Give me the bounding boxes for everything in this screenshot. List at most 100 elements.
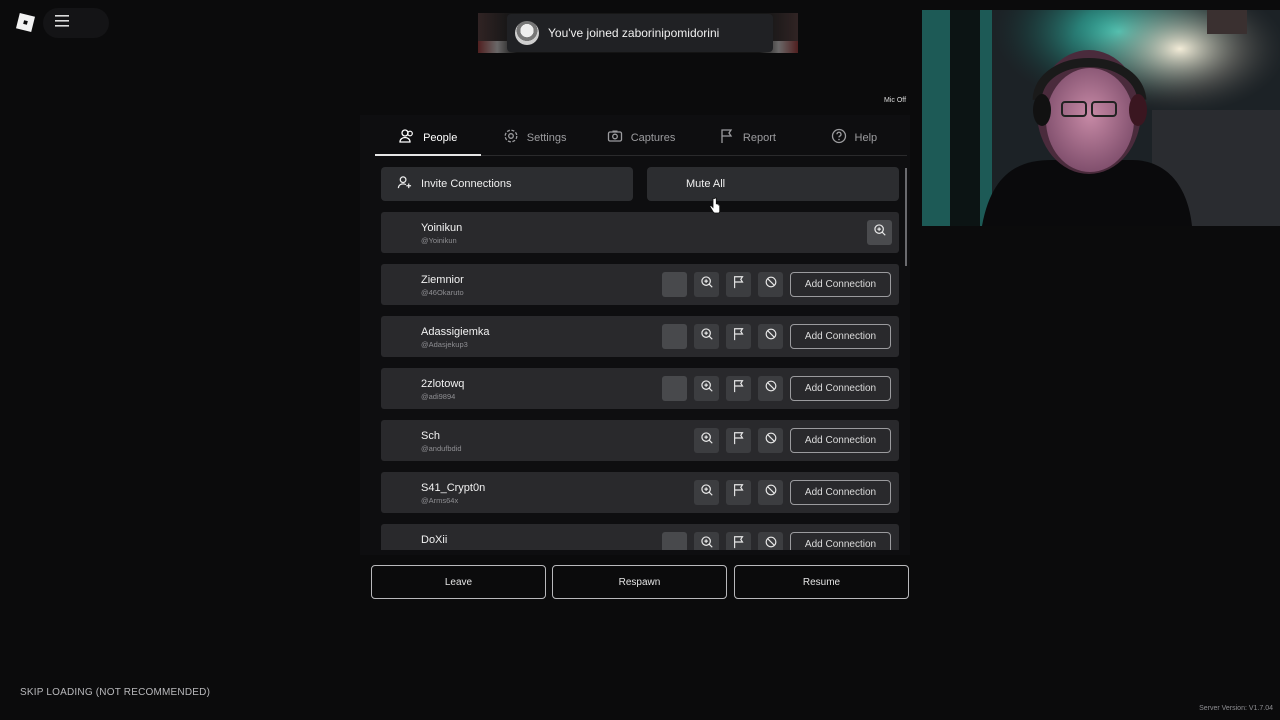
player-row: 2zlotowq @adi9894 Add Connection <box>381 368 899 409</box>
player-name: Ziemnior <box>421 274 464 286</box>
tab-label: Help <box>854 131 878 144</box>
respawn-button[interactable]: Respawn <box>552 565 727 599</box>
player-handle: @Arms64x <box>421 496 459 505</box>
menu-button[interactable] <box>43 8 109 38</box>
flag-icon <box>732 275 746 294</box>
tab-label: Report <box>742 131 776 144</box>
block-icon <box>764 275 778 294</box>
mute-player-button[interactable] <box>662 324 687 349</box>
player-row: Yoinikun @Yoinikun <box>381 212 899 253</box>
report-button[interactable] <box>726 272 751 297</box>
report-button[interactable] <box>726 532 751 550</box>
flag-icon <box>719 128 735 147</box>
player-name: S41_Crypt0n <box>421 482 486 494</box>
mic-status: Mic Off <box>884 97 907 104</box>
add-connection-button[interactable]: Add Connection <box>790 272 891 297</box>
block-button[interactable] <box>758 480 783 505</box>
report-button[interactable] <box>726 428 751 453</box>
add-user-icon <box>397 175 412 193</box>
flag-icon <box>732 431 746 450</box>
invite-connections-button[interactable]: Invite Connections <box>381 167 633 201</box>
invite-label: Invite Connections <box>421 178 512 190</box>
hand-cursor-icon <box>709 197 721 215</box>
tab-help[interactable]: Help <box>801 120 907 155</box>
player-row: Adassigiemka @Adasjekup3 Add Connection <box>381 316 899 357</box>
tab-report[interactable]: Report <box>694 120 800 155</box>
player-row: DoXii Add Connection <box>381 524 899 550</box>
player-list-scrollbar[interactable] <box>905 168 907 266</box>
skip-loading-link[interactable]: SKIP LOADING (NOT RECOMMENDED) <box>20 687 210 698</box>
block-icon <box>764 483 778 502</box>
inspect-button[interactable] <box>694 428 719 453</box>
tab-bar: People Settings Captures Report Help <box>375 120 907 156</box>
help-icon <box>831 128 847 147</box>
inspect-button[interactable] <box>694 532 719 550</box>
player-handle: @Adasjekup3 <box>421 340 468 349</box>
flag-icon <box>732 535 746 550</box>
player-handle: @andufbdid <box>421 444 462 453</box>
inspect-button[interactable] <box>694 272 719 297</box>
block-icon <box>764 379 778 398</box>
block-icon <box>764 535 778 550</box>
tab-label: Settings <box>526 131 567 144</box>
add-connection-button[interactable]: Add Connection <box>790 324 891 349</box>
add-connection-button[interactable]: Add Connection <box>790 376 891 401</box>
player-handle: @adi9894 <box>421 392 456 401</box>
resume-button[interactable]: Resume <box>734 565 909 599</box>
server-version: Server Version: V1.7.04 <box>1199 705 1273 712</box>
inspect-button[interactable] <box>694 324 719 349</box>
roblox-logo-icon[interactable] <box>16 13 35 32</box>
flag-icon <box>732 379 746 398</box>
camera-icon <box>607 128 623 147</box>
webcam-overlay <box>922 10 1280 226</box>
mute-player-button[interactable] <box>662 376 687 401</box>
tab-label: Captures <box>630 131 676 144</box>
zoom-icon <box>873 223 887 242</box>
flag-icon <box>732 327 746 346</box>
report-button[interactable] <box>726 324 751 349</box>
zoom-icon <box>700 275 714 294</box>
player-name: Sch <box>421 430 440 442</box>
player-name: 2zlotowq <box>421 378 465 390</box>
tab-label: People <box>423 131 458 144</box>
leave-button[interactable]: Leave <box>371 565 546 599</box>
player-name: DoXii <box>421 534 448 546</box>
zoom-icon <box>700 327 714 346</box>
block-button[interactable] <box>758 324 783 349</box>
flag-icon <box>732 483 746 502</box>
toast-message: You've joined zaborinipomidorini <box>548 26 720 40</box>
zoom-icon <box>700 379 714 398</box>
player-row: Sch @andufbdid Add Connection <box>381 420 899 461</box>
add-connection-button[interactable]: Add Connection <box>790 532 891 550</box>
mute-all-label: Mute All <box>686 178 726 190</box>
mute-all-button[interactable]: Mute All <box>647 167 899 201</box>
add-connection-button[interactable]: Add Connection <box>790 428 891 453</box>
join-toast: You've joined zaborinipomidorini <box>507 14 773 52</box>
inspect-button[interactable] <box>694 480 719 505</box>
hamburger-icon <box>55 14 69 32</box>
player-handle: @Yoinikun <box>421 236 457 245</box>
tab-people[interactable]: People <box>375 120 482 156</box>
mute-player-button[interactable] <box>662 532 687 550</box>
report-button[interactable] <box>726 480 751 505</box>
tab-captures[interactable]: Captures <box>588 120 694 155</box>
block-button[interactable] <box>758 272 783 297</box>
report-button[interactable] <box>726 376 751 401</box>
player-row: S41_Crypt0n @Arms64x Add Connection <box>381 472 899 513</box>
block-button[interactable] <box>758 428 783 453</box>
zoom-icon <box>700 535 714 550</box>
block-button[interactable] <box>758 376 783 401</box>
tab-settings[interactable]: Settings <box>481 120 587 155</box>
player-name: Yoinikun <box>421 222 463 234</box>
player-list: Yoinikun @Yoinikun Ziemnior @46Okaruto A… <box>381 212 899 550</box>
people-icon <box>399 128 415 147</box>
block-button[interactable] <box>758 532 783 550</box>
inspect-button[interactable] <box>867 220 892 245</box>
player-name: Adassigiemka <box>421 326 490 338</box>
add-connection-button[interactable]: Add Connection <box>790 480 891 505</box>
toast-avatar <box>515 21 539 45</box>
zoom-icon <box>700 483 714 502</box>
zoom-icon <box>700 431 714 450</box>
mute-player-button[interactable] <box>662 272 687 297</box>
inspect-button[interactable] <box>694 376 719 401</box>
